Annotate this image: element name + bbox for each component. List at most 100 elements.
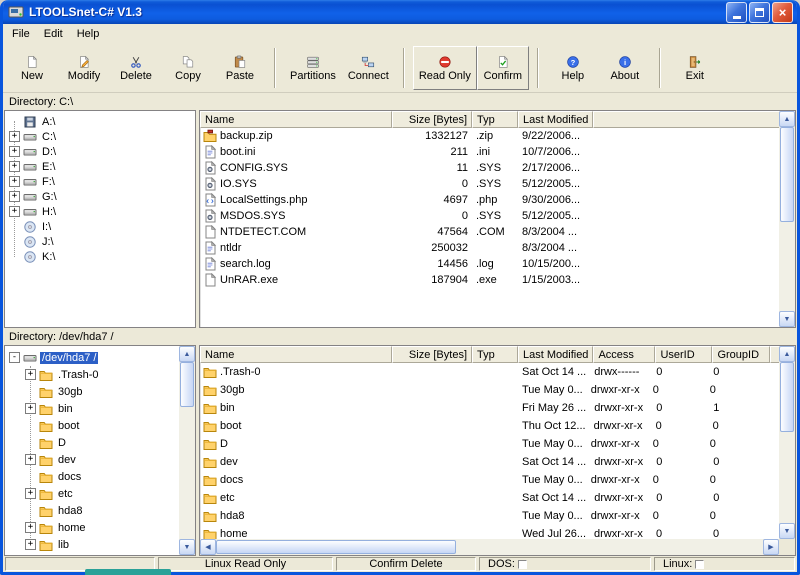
linux-file-row[interactable]: devSat Oct 14 ...drwxr-xr-x00 xyxy=(200,453,779,471)
linux-file-row[interactable]: hda8Tue May 0...drwxr-xr-x00 xyxy=(200,507,779,525)
expander-plus-icon[interactable]: + xyxy=(9,206,20,217)
scroll-up-button[interactable]: ▲ xyxy=(779,111,795,127)
linux-tree-item[interactable]: +lib xyxy=(5,536,179,553)
column-header-groupid[interactable]: GroupID xyxy=(712,346,770,363)
scroll-left-button[interactable]: ◀ xyxy=(200,539,216,555)
drive-tree-item[interactable]: I:\ xyxy=(5,219,195,234)
toolbar-button-read-only[interactable]: Read Only xyxy=(413,46,477,90)
column-header-userid[interactable]: UserID xyxy=(655,346,712,363)
expander-plus-icon[interactable]: + xyxy=(9,131,20,142)
toolbar-button-help[interactable]: ?Help xyxy=(547,46,599,90)
linux-tree-vertical-scrollbar[interactable]: ▲ ▼ xyxy=(179,346,195,555)
expander-plus-icon[interactable]: + xyxy=(25,488,36,499)
dos-file-row[interactable]: backup.zip1332127.zip9/22/2006... xyxy=(200,128,779,144)
dos-file-row[interactable]: MSDOS.SYS0.SYS5/12/2005... xyxy=(200,208,779,224)
scroll-up-button[interactable]: ▲ xyxy=(779,346,795,362)
scroll-down-button[interactable]: ▼ xyxy=(779,311,795,327)
toolbar-button-paste[interactable]: Paste xyxy=(214,46,266,90)
linux-file-row[interactable]: binFri May 26 ...drwxr-xr-x01 xyxy=(200,399,779,417)
toolbar-button-connect[interactable]: Connect xyxy=(342,46,395,90)
linux-file-row[interactable]: docsTue May 0...drwxr-xr-x00 xyxy=(200,471,779,489)
maximize-button[interactable] xyxy=(749,2,770,23)
expander-plus-icon[interactable]: + xyxy=(25,522,36,533)
expander-minus-icon[interactable]: - xyxy=(9,352,20,363)
linux-tree-item[interactable]: +bin xyxy=(5,400,179,417)
linux-tree-item[interactable]: +dev xyxy=(5,451,179,468)
linux-tree-item[interactable]: 30gb xyxy=(5,383,179,400)
linux-tree-item[interactable]: docs xyxy=(5,468,179,485)
linux-tree-item[interactable]: -/dev/hda7 / xyxy=(5,349,179,366)
toolbar-button-copy[interactable]: Copy xyxy=(162,46,214,90)
scroll-track[interactable] xyxy=(779,362,795,523)
drive-tree-item[interactable]: J:\ xyxy=(5,234,195,249)
toolbar-button-new[interactable]: New xyxy=(6,46,58,90)
drive-tree-item[interactable]: +G:\ xyxy=(5,189,195,204)
expander-plus-icon[interactable]: + xyxy=(25,454,36,465)
expander-plus-icon[interactable]: + xyxy=(9,146,20,157)
scroll-thumb[interactable] xyxy=(780,127,794,222)
column-header-name[interactable]: Name xyxy=(200,346,392,363)
dos-file-row[interactable]: LocalSettings.php4697.php9/30/2006... xyxy=(200,192,779,208)
column-header-access[interactable]: Access xyxy=(593,346,655,363)
linux-tree-item[interactable]: hda8 xyxy=(5,502,179,519)
scroll-track[interactable] xyxy=(779,127,795,311)
expander-plus-icon[interactable]: + xyxy=(9,191,20,202)
expander-plus-icon[interactable]: + xyxy=(9,176,20,187)
linux-file-row[interactable]: homeWed Jul 26...drwxr-xr-x00 xyxy=(200,525,779,539)
linux-file-row[interactable]: 30gbTue May 0...drwxr-xr-x00 xyxy=(200,381,779,399)
expander-plus-icon[interactable]: + xyxy=(25,369,36,380)
dos-list-vertical-scrollbar[interactable]: ▲ ▼ xyxy=(779,111,795,327)
linux-list-horizontal-scrollbar[interactable]: ◀ ▶ xyxy=(200,539,779,555)
drive-tree-item[interactable]: +D:\ xyxy=(5,144,195,159)
drive-tree-item[interactable]: +F:\ xyxy=(5,174,195,189)
linux-tree-item[interactable]: +home xyxy=(5,519,179,536)
expander-plus-icon[interactable]: + xyxy=(25,403,36,414)
close-button[interactable]: × xyxy=(772,2,793,23)
dos-file-row[interactable]: ntldr2500328/3/2004 ... xyxy=(200,240,779,256)
expander-plus-icon[interactable]: + xyxy=(9,161,20,172)
column-header-typ[interactable]: Typ xyxy=(472,111,518,128)
scroll-right-button[interactable]: ▶ xyxy=(763,539,779,555)
linux-file-row[interactable]: etcSat Oct 14 ...drwxr-xr-x00 xyxy=(200,489,779,507)
scroll-down-button[interactable]: ▼ xyxy=(779,523,795,539)
drive-tree-item[interactable]: +E:\ xyxy=(5,159,195,174)
scroll-down-button[interactable]: ▼ xyxy=(179,539,195,555)
scroll-thumb[interactable] xyxy=(780,362,794,432)
dos-file-row[interactable]: UnRAR.exe187904.exe1/15/2003... xyxy=(200,272,779,288)
toolbar-button-about[interactable]: iAbout xyxy=(599,46,651,90)
menu-edit[interactable]: Edit xyxy=(37,26,70,42)
expander-plus-icon[interactable]: + xyxy=(25,539,36,550)
toolbar-button-delete[interactable]: Delete xyxy=(110,46,162,90)
linux-list-vertical-scrollbar[interactable]: ▲ ▼ xyxy=(779,346,795,539)
linux-file-row[interactable]: bootThu Oct 12...drwxr-xr-x00 xyxy=(200,417,779,435)
dos-file-row[interactable]: boot.ini211.ini10/7/2006... xyxy=(200,144,779,160)
scroll-thumb[interactable] xyxy=(180,362,194,407)
linux-tree-item[interactable]: boot xyxy=(5,417,179,434)
drive-tree-item[interactable]: +H:\ xyxy=(5,204,195,219)
column-header-name[interactable]: Name xyxy=(200,111,392,128)
dos-file-row[interactable]: CONFIG.SYS11.SYS2/17/2006... xyxy=(200,160,779,176)
column-header-modified[interactable]: Last Modified xyxy=(518,111,593,128)
title-bar[interactable]: LTOOLSnet-C# V1.3 × xyxy=(3,0,797,24)
scroll-track[interactable] xyxy=(216,539,763,555)
toolbar-button-partitions[interactable]: Partitions xyxy=(284,46,342,90)
linux-tree-item[interactable]: +lost+found xyxy=(5,553,179,555)
scroll-track[interactable] xyxy=(179,362,195,539)
linux-tree-item[interactable]: +etc xyxy=(5,485,179,502)
column-header-typ[interactable]: Typ xyxy=(472,346,518,363)
dos-file-row[interactable]: search.log14456.log10/15/200... xyxy=(200,256,779,272)
scroll-thumb[interactable] xyxy=(216,540,456,554)
toolbar-button-exit[interactable]: Exit xyxy=(669,46,721,90)
column-header-modified[interactable]: Last Modified xyxy=(518,346,593,363)
scroll-up-button[interactable]: ▲ xyxy=(179,346,195,362)
toolbar-button-confirm[interactable]: Confirm xyxy=(477,46,529,90)
menu-help[interactable]: Help xyxy=(70,26,107,42)
column-header-size[interactable]: Size [Bytes] xyxy=(392,346,472,363)
dos-file-row[interactable]: IO.SYS0.SYS5/12/2005... xyxy=(200,176,779,192)
linux-tree-item[interactable]: +.Trash-0 xyxy=(5,366,179,383)
drive-tree-item[interactable]: +C:\ xyxy=(5,129,195,144)
dos-file-row[interactable]: NTDETECT.COM47564.COM8/3/2004 ... xyxy=(200,224,779,240)
column-header-size[interactable]: Size [Bytes] xyxy=(392,111,472,128)
linux-file-row[interactable]: DTue May 0...drwxr-xr-x00 xyxy=(200,435,779,453)
menu-file[interactable]: File xyxy=(5,26,37,42)
